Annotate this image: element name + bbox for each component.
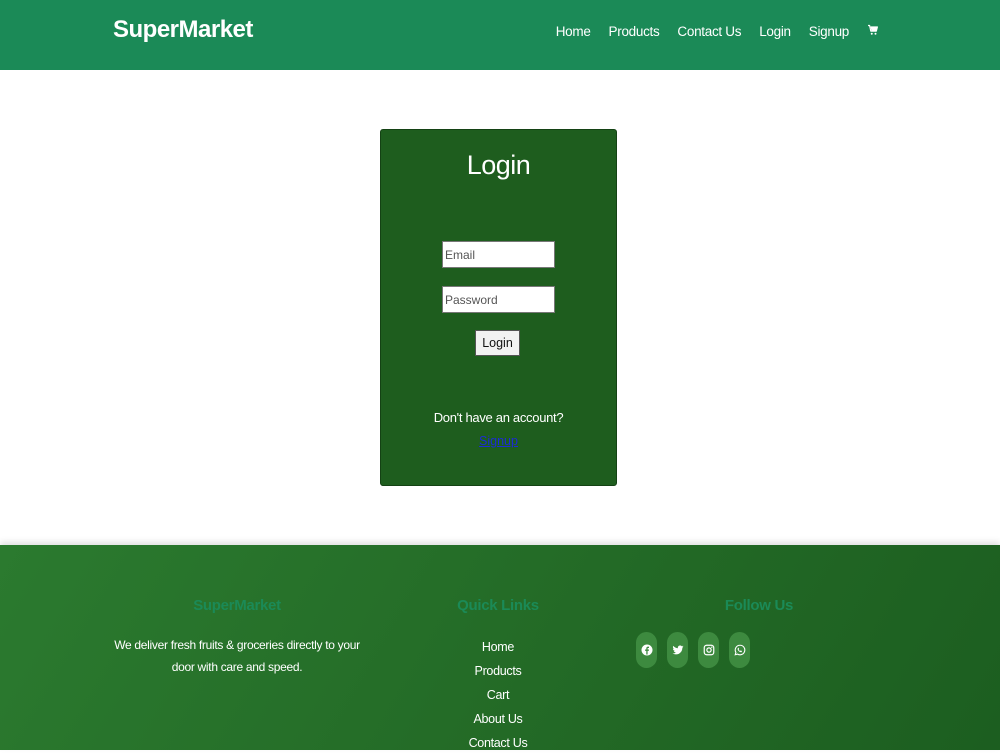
footer-link-home[interactable]: Home (482, 640, 514, 654)
nav-contact[interactable]: Contact Us (677, 24, 741, 39)
footer-link-products[interactable]: Products (475, 664, 522, 678)
twitter-link[interactable] (667, 632, 688, 668)
nav-login[interactable]: Login (759, 24, 791, 39)
twitter-icon (672, 645, 683, 655)
nav-products[interactable]: Products (609, 24, 660, 39)
instagram-icon (703, 644, 714, 656)
quick-links-list: Home Products Cart About Us Contact Us (438, 635, 558, 755)
list-item: About Us (438, 707, 558, 731)
footer-link-about[interactable]: About Us (473, 712, 522, 726)
footer-link-contact[interactable]: Contact Us (469, 736, 528, 750)
footer-about-heading: SuperMarket (193, 597, 281, 614)
no-account-text: Don't have an account? (433, 410, 564, 425)
footer-about: SuperMarket We deliver fresh fruits & gr… (113, 597, 361, 678)
facebook-icon (641, 644, 652, 656)
nav-home[interactable]: Home (556, 24, 591, 39)
footer-quick-links: Quick Links Home Products Cart About Us … (438, 597, 558, 755)
footer-follow: Follow Us (636, 597, 882, 668)
main-nav: Home Products Contact Us Login Signup (556, 23, 879, 40)
list-item: Contact Us (438, 731, 558, 755)
email-input[interactable] (442, 241, 555, 268)
social-links (636, 632, 750, 668)
whatsapp-link[interactable] (729, 632, 750, 668)
password-input[interactable] (442, 286, 555, 313)
whatsapp-icon (733, 644, 745, 656)
footer-link-cart[interactable]: Cart (487, 688, 510, 702)
instagram-link[interactable] (698, 632, 719, 668)
login-form: Login Login Don't have an account? Signu… (380, 129, 617, 486)
list-item: Cart (438, 683, 558, 707)
signup-link[interactable]: Signup (479, 434, 518, 448)
signup-link-wrap: Signup (381, 434, 616, 448)
main-content: Login Login Don't have an account? Signu… (0, 70, 1000, 545)
nav-signup[interactable]: Signup (809, 24, 850, 39)
login-title: Login (466, 150, 531, 180)
footer-links-heading: Quick Links (457, 597, 539, 614)
facebook-link[interactable] (636, 632, 657, 668)
footer-follow-heading: Follow Us (724, 597, 794, 614)
site-footer: SuperMarket We deliver fresh fruits & gr… (0, 545, 1000, 750)
site-header: SuperMarket Home Products Contact Us Log… (0, 0, 1000, 70)
cart-icon (868, 24, 878, 35)
list-item: Home (438, 635, 558, 659)
login-button[interactable]: Login (475, 330, 520, 356)
brand-logo[interactable]: SuperMarket (113, 16, 253, 44)
list-item: Products (438, 659, 558, 683)
footer-about-text: We deliver fresh fruits & groceries dire… (114, 638, 360, 674)
cart-link[interactable] (867, 23, 879, 40)
